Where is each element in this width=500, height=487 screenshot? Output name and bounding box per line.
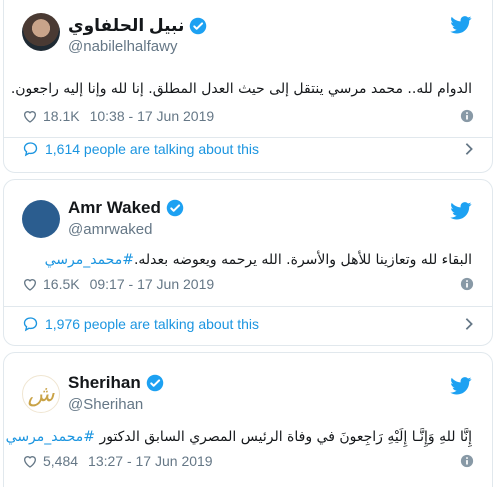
tweet-meta: 5,484 13:27 - 17 Jun 2019 <box>22 453 474 469</box>
like-count[interactable]: 16.5K <box>43 276 80 292</box>
tweet-card[interactable]: نبيل الحلفاوي @nabilelhalfawy الدوام لله… <box>3 0 493 173</box>
tweet-card[interactable]: ش Sherihan @Sherihan إِنَّا للهِ وَإِنَّ… <box>3 352 493 487</box>
info-icon[interactable] <box>460 454 474 468</box>
author-handle[interactable]: @nabilelhalfawy <box>68 38 177 55</box>
chevron-right-icon[interactable] <box>464 317 474 331</box>
author-handle[interactable]: @Sherihan <box>68 396 143 413</box>
like-count[interactable]: 5,484 <box>43 453 78 469</box>
twitter-bird-icon[interactable] <box>450 377 472 395</box>
hashtag-link[interactable]: #محمد_مرسي <box>45 252 134 268</box>
twitter-bird-icon[interactable] <box>450 16 472 34</box>
author-name-row[interactable]: Amr Waked <box>68 198 184 218</box>
tweet-text: إِنَّا للهِ وَإِنَّـا إِلَيْهِ رَاجِعونَ… <box>6 429 472 445</box>
info-icon[interactable] <box>460 277 474 291</box>
author-name-row[interactable]: نبيل الحلفاوي <box>68 16 207 36</box>
avatar[interactable] <box>22 200 60 238</box>
author-name[interactable]: Sherihan <box>68 373 141 393</box>
heart-icon[interactable] <box>22 108 38 124</box>
verified-badge-icon <box>146 374 163 392</box>
hashtag-link[interactable]: #محمد_مرسي <box>6 429 95 445</box>
divider <box>4 306 492 307</box>
heart-icon[interactable] <box>22 276 38 292</box>
tweet-header: ش Sherihan @Sherihan <box>4 371 492 421</box>
verified-badge-icon <box>166 199 184 217</box>
author-name[interactable]: نبيل الحلفاوي <box>68 16 184 36</box>
tweet-body: إِنَّا للهِ وَإِنَّـا إِلَيْهِ رَاجِعونَ… <box>99 429 472 445</box>
author-handle[interactable]: @amrwaked <box>68 221 152 238</box>
talking-about-link[interactable]: 1,614 people are talking about this <box>22 141 474 157</box>
tweet-header: Amr Waked @amrwaked <box>4 196 492 246</box>
author-name-row[interactable]: Sherihan <box>68 373 164 393</box>
avatar[interactable]: ش <box>22 375 60 413</box>
calligraphy-logo-icon: ش <box>27 381 55 407</box>
verified-badge-icon <box>190 17 207 35</box>
tweet-text: البقاء لله وتعازينا للأهل والأسرة. الله … <box>24 252 472 268</box>
twitter-bird-icon[interactable] <box>450 202 472 220</box>
tweet-text: الدوام لله.. محمد مرسي ينتقل إلى حيث الع… <box>11 81 472 97</box>
timestamp[interactable]: 09:17 - 17 Jun 2019 <box>90 276 215 292</box>
tweet-header: نبيل الحلفاوي @nabilelhalfawy <box>4 13 492 63</box>
reply-bubble-icon <box>23 317 38 332</box>
reply-bubble-icon <box>23 142 38 157</box>
tweet-body: الدوام لله.. محمد مرسي ينتقل إلى حيث الع… <box>10 81 472 97</box>
heart-icon[interactable] <box>22 453 38 469</box>
chevron-right-icon[interactable] <box>464 142 474 156</box>
timestamp[interactable]: 10:38 - 17 Jun 2019 <box>90 108 215 124</box>
tweet-card[interactable]: Amr Waked @amrwaked البقاء لله وتعازينا … <box>3 179 493 346</box>
tweet-body: البقاء لله وتعازينا للأهل والأسرة. الله … <box>133 252 472 268</box>
info-icon[interactable] <box>460 109 474 123</box>
avatar[interactable] <box>22 13 60 51</box>
tweet-meta: 16.5K 09:17 - 17 Jun 2019 <box>22 276 474 292</box>
divider <box>4 137 492 138</box>
talking-count[interactable]: 1,614 people are talking about this <box>45 141 259 157</box>
author-name[interactable]: Amr Waked <box>68 198 161 218</box>
talking-about-link[interactable]: 1,976 people are talking about this <box>22 316 474 332</box>
talking-count[interactable]: 1,976 people are talking about this <box>45 316 259 332</box>
tweet-meta: 18.1K 10:38 - 17 Jun 2019 <box>22 108 474 124</box>
timestamp[interactable]: 13:27 - 17 Jun 2019 <box>88 453 213 469</box>
like-count[interactable]: 18.1K <box>43 108 80 124</box>
